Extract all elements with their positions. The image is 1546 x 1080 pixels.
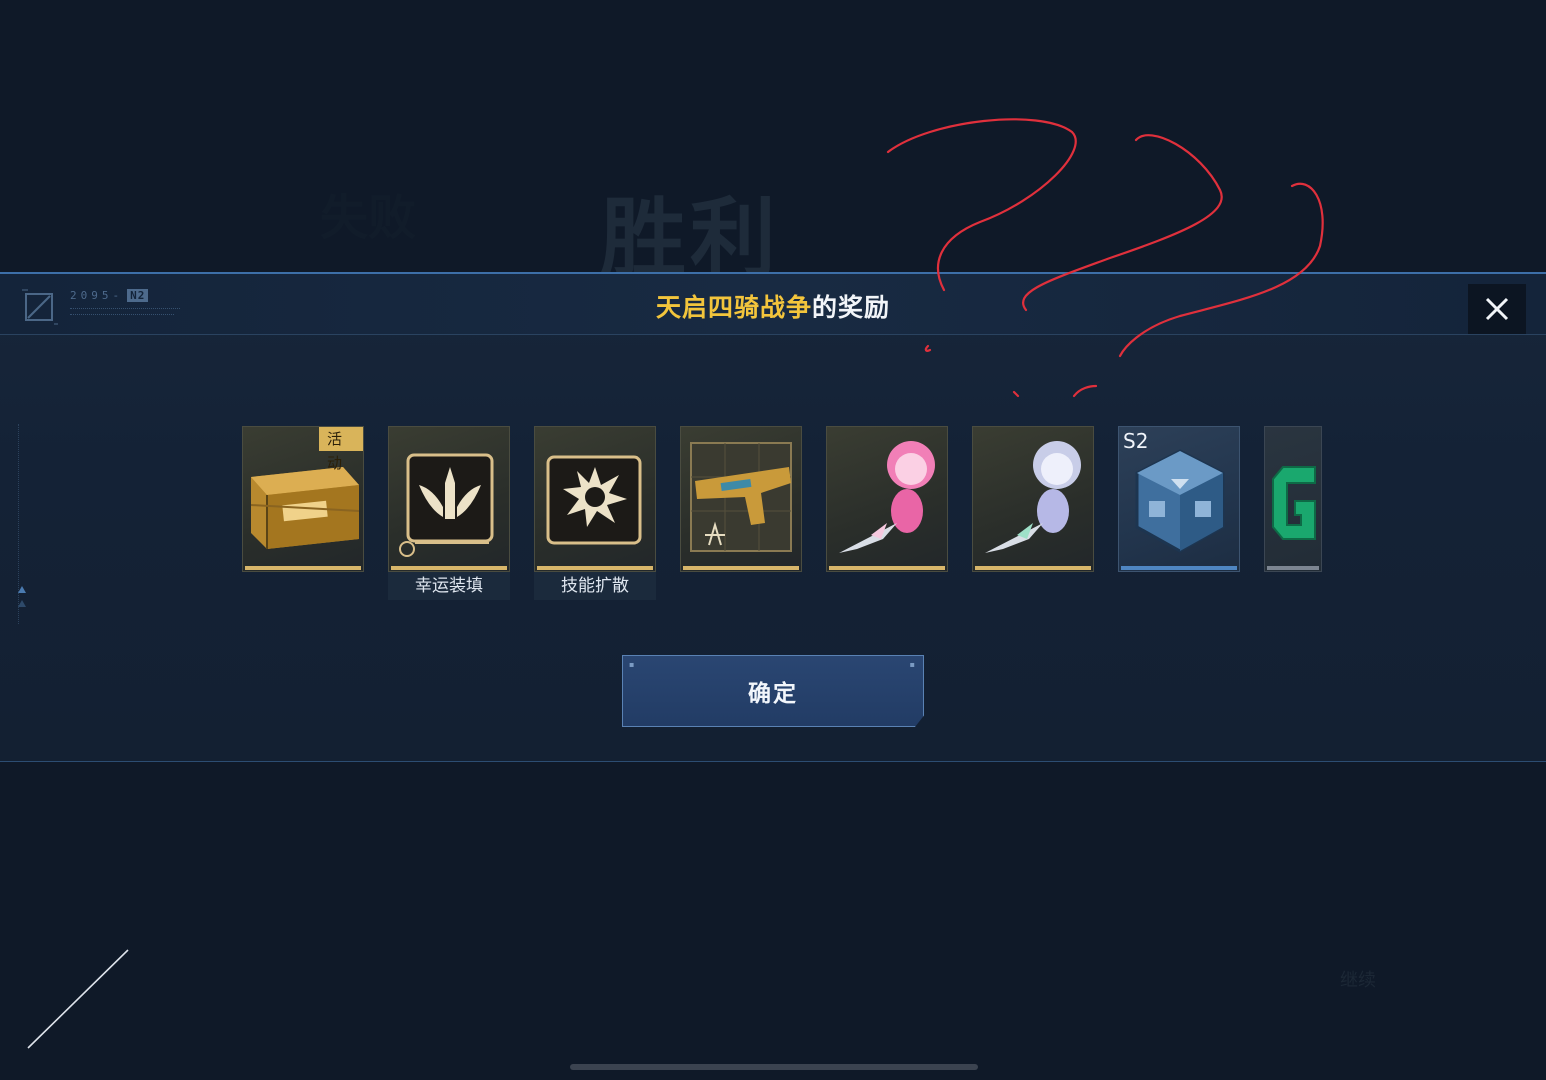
rarity-bar [1121,566,1237,570]
dialog-title-event: 天启四骑战争 [655,293,812,322]
reward-item-s2-core[interactable]: S2 [1118,426,1240,572]
background-defeat-text: 失败 [320,190,417,246]
reward-card [680,426,802,572]
reward-item-activity-crate[interactable]: 活动 [242,426,364,572]
reward-item-g-item[interactable] [1264,426,1322,572]
reward-card [534,426,656,572]
reward-item-weapon-blueprint[interactable] [680,426,802,572]
rarity-bar [537,566,653,570]
rarity-bar [683,566,799,570]
reward-card [1264,426,1322,572]
rarity-bar [975,566,1091,570]
side-triangle-icon [18,586,26,593]
reward-list: 活动 幸运装填 技能扩散 S2 [242,426,1322,606]
winged-bullet-icon [399,453,494,557]
reward-card [388,426,510,572]
reward-card: 活动 [242,426,364,572]
reward-card: S2 [1118,426,1240,572]
tier-label: S2 [1123,429,1149,453]
button-decoration: ▪ [629,660,635,669]
reward-label: 幸运装填 [388,572,510,600]
background-continue-text: 继续 [1340,970,1376,991]
pink-figure-icon [839,441,935,553]
confirm-button-label: 确定 [748,681,798,707]
side-triangle-icon [18,600,26,607]
dialog-header: 2095- N2 天启四骑战争的奖励 [0,274,1546,335]
rarity-bar [391,566,507,570]
g-letter-icon [1272,466,1316,540]
confirm-button[interactable]: ▪ ▪ 确定 [622,655,924,727]
silver-figure-icon [985,441,1081,553]
activity-badge: 活动 [319,427,363,472]
explosion-icon [546,455,642,545]
button-decoration: ▪ [909,660,915,669]
close-button[interactable] [1468,284,1526,334]
reward-dialog: 2095- N2 天启四骑战争的奖励 活动 幸运装填 技能扩散 S2 ▪ ▪ 确… [0,272,1546,762]
reward-label: 技能扩散 [534,572,656,600]
rarity-bar [829,566,945,570]
close-icon [1485,297,1509,321]
reward-card [826,426,948,572]
rarity-bar [245,566,361,570]
side-decoration [18,424,29,624]
stray-pen-line [27,949,129,1049]
dialog-title: 天启四骑战争的奖励 [0,288,1546,324]
reward-card [972,426,1094,572]
home-indicator[interactable] [570,1064,978,1070]
rarity-bar [1267,566,1319,570]
reward-item-pink-figure[interactable] [826,426,948,572]
reward-item-skill-spread[interactable]: 技能扩散 [534,426,656,600]
dialog-title-suffix: 的奖励 [812,293,891,322]
reward-item-lucky-reload[interactable]: 幸运装填 [388,426,510,600]
reward-item-silver-figure[interactable] [972,426,1094,572]
weapon-blueprint-icon [690,442,792,552]
